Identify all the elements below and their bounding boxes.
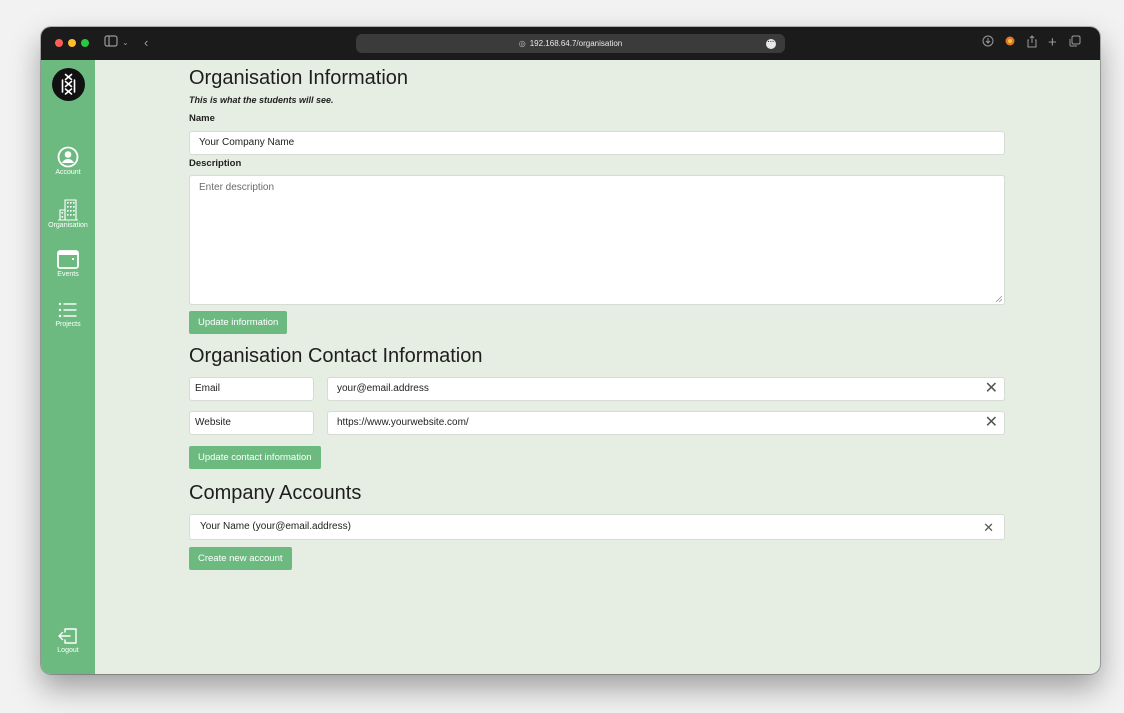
contact-type-email[interactable]: Email [189,377,314,401]
extension-icon[interactable] [1004,35,1016,51]
accounts-section-title: Company Accounts [189,482,362,504]
browser-window: ⌄ ‹ ◎ 192.168.64.7/organisation ··· + Ac… [41,27,1100,674]
sidebar: Account Organisation Events Projects Log… [41,60,95,674]
description-placeholder: Enter description [199,182,275,193]
university-logo[interactable] [52,68,85,101]
sidebar-item-label: Events [57,271,79,278]
page-title: Organisation Information [189,67,409,89]
logout-label: Logout [57,647,79,654]
url-text: 192.168.64.7/organisation [529,39,623,48]
sidebar-item-account[interactable]: Account [41,146,95,176]
title-bar: ⌄ ‹ ◎ 192.168.64.7/organisation ··· + [41,27,1100,60]
description-label: Description [189,158,242,169]
sidebar-item-label: Account [55,169,81,176]
logout-button[interactable]: Logout [41,626,95,654]
globe-icon: ◎ [518,39,526,48]
sidebar-item-events[interactable]: Events [41,248,95,278]
create-account-button[interactable]: Create new account [189,547,292,570]
contact-website-input[interactable]: https://www.yourwebsite.com/ ✕ [327,411,1005,435]
remove-account-icon[interactable]: ✕ [983,520,994,536]
sidebar-item-organisation[interactable]: Organisation [41,197,95,229]
contact-section-title: Organisation Contact Information [189,345,483,367]
share-icon[interactable] [1026,35,1038,52]
more-icon[interactable]: ··· [766,39,776,49]
description-textarea[interactable]: Enter description [189,175,1005,305]
clear-email-icon[interactable]: ✕ [985,381,998,397]
logout-icon [58,628,77,644]
update-contact-button[interactable]: Update contact information [189,446,321,469]
name-field[interactable]: Your Company Name [189,131,1005,155]
tab-overview-icon[interactable] [1069,35,1081,51]
contact-email-value: your@email.address [337,383,429,394]
clear-website-icon[interactable]: ✕ [985,415,998,431]
contact-email-input[interactable]: your@email.address ✕ [327,377,1005,401]
page-subtitle: This is what the students will see. [189,95,334,105]
sidebar-item-label: Projects [55,321,81,328]
building-icon [58,199,78,221]
contact-type-website[interactable]: Website [189,411,314,435]
resize-handle-icon[interactable] [996,296,1002,302]
close-window-button[interactable] [55,39,63,47]
update-information-button[interactable]: Update information [189,311,288,334]
list-icon [58,302,77,318]
zoom-window-button[interactable] [81,39,89,47]
new-tab-icon[interactable]: + [1048,35,1057,51]
sidebar-toggle-icon[interactable] [104,35,118,51]
chevron-down-icon[interactable]: ⌄ [122,35,129,51]
download-icon[interactable] [982,35,994,51]
account-label: Your Name (your@email.address) [200,521,351,532]
user-circle-icon [57,146,79,168]
address-bar[interactable]: ◎ 192.168.64.7/organisation ··· [356,34,785,53]
account-list-item[interactable]: Your Name (your@email.address) ✕ [189,514,1005,540]
back-icon[interactable]: ‹ [144,35,148,51]
minimize-window-button[interactable] [68,39,76,47]
contact-website-value: https://www.yourwebsite.com/ [337,417,469,428]
calendar-icon [57,250,79,269]
sidebar-item-label: Organisation [48,222,88,229]
sidebar-item-projects[interactable]: Projects [41,300,95,328]
name-label: Name [189,113,215,124]
